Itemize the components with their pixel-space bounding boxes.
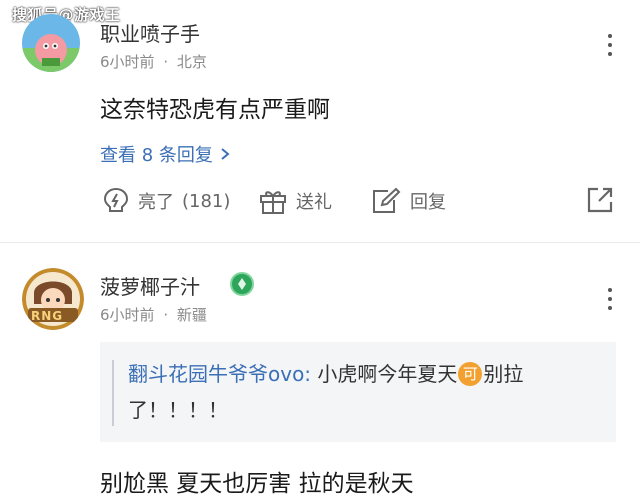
divider <box>0 242 640 243</box>
meta-separator: · <box>163 53 169 71</box>
avatar[interactable] <box>22 14 80 72</box>
comment-text: 这奈特恐虎有点严重啊 <box>100 97 330 123</box>
avatar-image <box>22 14 80 72</box>
avatar[interactable]: RNG <box>22 268 84 330</box>
user-badge-icon <box>230 272 254 296</box>
quote-username[interactable]: 翻斗花园牛爷爷ovo: <box>128 362 311 386</box>
more-options-icon[interactable] <box>608 288 614 315</box>
comment-meta: 6小时前 · 新疆 <box>100 304 207 325</box>
edit-icon <box>373 187 401 213</box>
avatar-label: RNG <box>31 309 64 323</box>
comment-meta: 6小时前 · 北京 <box>100 51 207 72</box>
quote-text-part1: 小虎啊今年夏天 <box>311 362 458 386</box>
gift-icon <box>260 191 286 214</box>
quote-bar <box>112 360 114 426</box>
share-icon <box>587 187 613 213</box>
username[interactable]: 菠萝椰子汁 <box>100 271 200 300</box>
like-button[interactable]: 亮了 (181) <box>102 186 230 216</box>
lightbulb-icon <box>103 187 129 212</box>
quoted-reply: 翻斗花园牛爷爷ovo: 小虎啊今年夏天可别拉了！！！！ <box>100 342 616 442</box>
reply-button[interactable]: 回复 <box>370 186 446 216</box>
view-replies-label: 查看 8 条回复 <box>100 145 213 166</box>
meta-separator: · <box>163 306 169 324</box>
comment-location: 新疆 <box>176 306 207 324</box>
username[interactable]: 职业喷子手 <box>100 18 200 47</box>
gift-button[interactable]: 送礼 <box>258 186 332 216</box>
chevron-right-icon <box>221 148 230 160</box>
reply-label: 回复 <box>410 192 446 213</box>
like-label: 亮了 <box>138 192 174 213</box>
comment-text: 别尬黑 夏天也厉害 拉的是秋天 <box>100 471 414 497</box>
more-options-icon[interactable] <box>608 34 614 61</box>
quote-text: 翻斗花园牛爷爷ovo: 小虎啊今年夏天可别拉了！！！！ <box>128 356 598 428</box>
emoji-badge: 可 <box>458 362 483 386</box>
comment-location: 北京 <box>176 53 207 71</box>
share-button[interactable] <box>586 186 614 218</box>
view-replies-link[interactable]: 查看 8 条回复 <box>100 141 231 167</box>
like-count: (181) <box>182 190 231 212</box>
gift-label: 送礼 <box>296 192 332 213</box>
comment-time: 6小时前 <box>100 53 155 71</box>
comment-time: 6小时前 <box>100 306 155 324</box>
